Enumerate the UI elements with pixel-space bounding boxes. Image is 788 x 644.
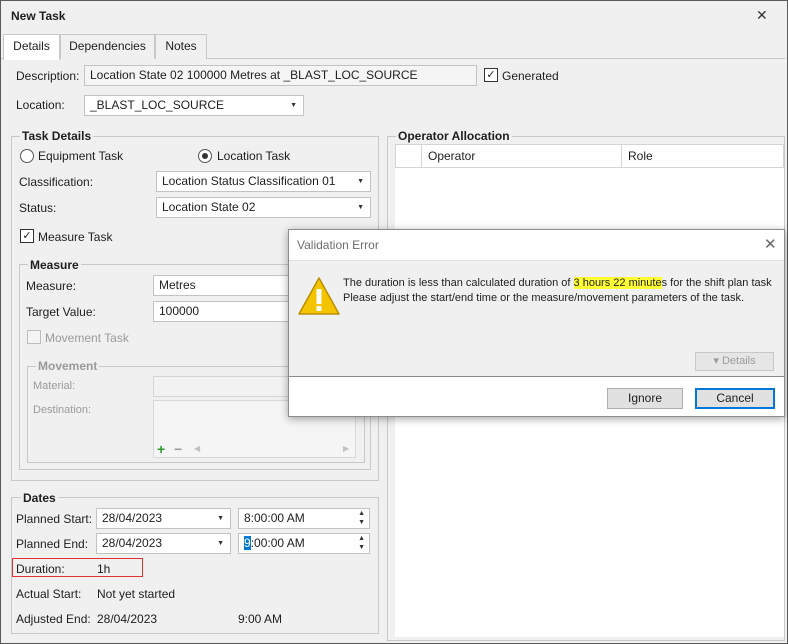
movement-task-label: Movement Task [45, 331, 129, 345]
planned-start-date[interactable]: 28/04/2023 ▼ [96, 508, 231, 529]
equipment-task-radio[interactable] [20, 149, 34, 163]
column-header-operator[interactable]: Operator [422, 145, 622, 168]
chevron-down-icon: ▼ [357, 204, 364, 211]
planned-end-time[interactable]: 9:00:00 AM ▲ ▼ [238, 533, 370, 554]
measure-task-checkbox[interactable]: ✓ [20, 229, 34, 243]
message-line-2: Please adjust the start/end time or the … [343, 292, 745, 304]
description-label: Description: [16, 69, 80, 83]
location-task-label: Location Task [217, 149, 291, 163]
dialog-close-icon[interactable]: ✕ [764, 235, 777, 253]
spin-up-icon[interactable]: ▲ [358, 510, 365, 518]
dialog-title: Validation Error [297, 238, 379, 252]
message-text-after: s for the shift plan task [661, 277, 772, 289]
chevron-down-icon: ▼ [357, 178, 364, 185]
classification-combobox[interactable]: Location Status Classification 01 ▼ [156, 171, 371, 192]
duration-label: Duration: [16, 562, 65, 576]
chevron-down-icon: ▼ [290, 102, 297, 109]
planned-end-date-value: 28/04/2023 [102, 536, 163, 550]
chevron-down-icon: ▼ [217, 515, 224, 522]
location-value: _BLAST_LOC_SOURCE [90, 98, 225, 112]
spin-down-icon[interactable]: ▼ [358, 544, 365, 552]
message-highlight: 3 hours 22 minute [573, 277, 662, 289]
window-close-icon[interactable]: ✕ [756, 7, 768, 24]
duration-value: 1h [97, 562, 111, 576]
status-label: Status: [19, 201, 57, 215]
grid-select-column [396, 145, 422, 168]
status-combobox[interactable]: Location State 02 ▼ [156, 197, 371, 218]
dialog-message: The duration is less than calculated dur… [343, 276, 783, 306]
actual-start-value: Not yet started [97, 587, 176, 601]
planned-end-date[interactable]: 28/04/2023 ▼ [96, 533, 231, 554]
adjusted-end-date: 28/04/2023 [97, 612, 158, 626]
classification-value: Location Status Classification 01 [162, 174, 336, 188]
operator-grid-header: Operator Role [395, 144, 784, 168]
scroll-left-icon[interactable]: ◀ [194, 444, 200, 453]
validation-error-dialog: Validation Error ✕ The duration is less … [288, 229, 785, 417]
tab-dependencies[interactable]: Dependencies [60, 34, 155, 59]
task-details-title: Task Details [20, 129, 94, 143]
operator-allocation-title: Operator Allocation [396, 129, 512, 143]
warning-icon [297, 276, 341, 319]
material-label: Material: [33, 380, 76, 392]
movement-title: Movement [36, 359, 100, 373]
planned-start-time-value: 8:00:00 AM [244, 511, 305, 525]
measure-field[interactable]: Metres [153, 275, 289, 296]
generated-checkbox[interactable]: ✓ [484, 68, 498, 82]
planned-end-time-rest: :00:00 AM [250, 536, 305, 550]
actual-start-label: Actual Start: [16, 587, 82, 601]
message-text-before: The duration is less than calculated dur… [343, 277, 574, 289]
planned-start-date-value: 28/04/2023 [102, 511, 163, 525]
planned-end-label: Planned End: [16, 537, 89, 551]
planned-end-time-selected: 9 [244, 536, 251, 550]
status-value: Location State 02 [162, 200, 256, 214]
measure-task-label: Measure Task [38, 230, 113, 244]
chevron-down-icon: ▼ [217, 540, 224, 547]
spin-down-icon[interactable]: ▼ [358, 519, 365, 527]
destination-label: Destination: [33, 404, 92, 416]
dialog-message-area: The duration is less than calculated dur… [289, 260, 784, 377]
cancel-button[interactable]: Cancel [695, 388, 775, 409]
target-value-field[interactable]: 100000 [153, 301, 289, 322]
planned-start-time[interactable]: 8:00:00 AM ▲ ▼ [238, 508, 370, 529]
measure-title: Measure [28, 258, 81, 272]
planned-start-label: Planned Start: [16, 512, 93, 526]
scroll-right-icon[interactable]: ▶ [343, 444, 349, 453]
tab-notes[interactable]: Notes [155, 34, 207, 59]
description-field[interactable]: Location State 02 100000 Metres at _BLAS… [84, 65, 477, 86]
measure-label: Measure: [26, 279, 77, 293]
remove-icon[interactable]: − [174, 441, 182, 457]
generated-label: Generated [502, 69, 559, 83]
details-button[interactable]: ▾ Details [695, 352, 774, 371]
add-icon[interactable]: + [157, 441, 165, 457]
location-combobox[interactable]: _BLAST_LOC_SOURCE ▼ [84, 95, 304, 116]
equipment-task-label: Equipment Task [38, 149, 124, 163]
tab-details[interactable]: Details [3, 34, 60, 60]
material-field[interactable] [153, 376, 289, 397]
column-header-role[interactable]: Role [622, 145, 784, 168]
movement-task-checkbox[interactable] [27, 330, 41, 344]
target-value-label: Target Value: [26, 305, 96, 319]
window-title: New Task [11, 9, 66, 23]
classification-label: Classification: [19, 175, 94, 189]
dates-title: Dates [21, 491, 58, 505]
adjusted-end-label: Adjusted End: [16, 612, 91, 626]
location-label: Location: [16, 98, 65, 112]
adjusted-end-time: 9:00 AM [238, 612, 283, 626]
ignore-button[interactable]: Ignore [607, 388, 683, 409]
spin-up-icon[interactable]: ▲ [358, 535, 365, 543]
location-task-radio[interactable] [198, 149, 212, 163]
